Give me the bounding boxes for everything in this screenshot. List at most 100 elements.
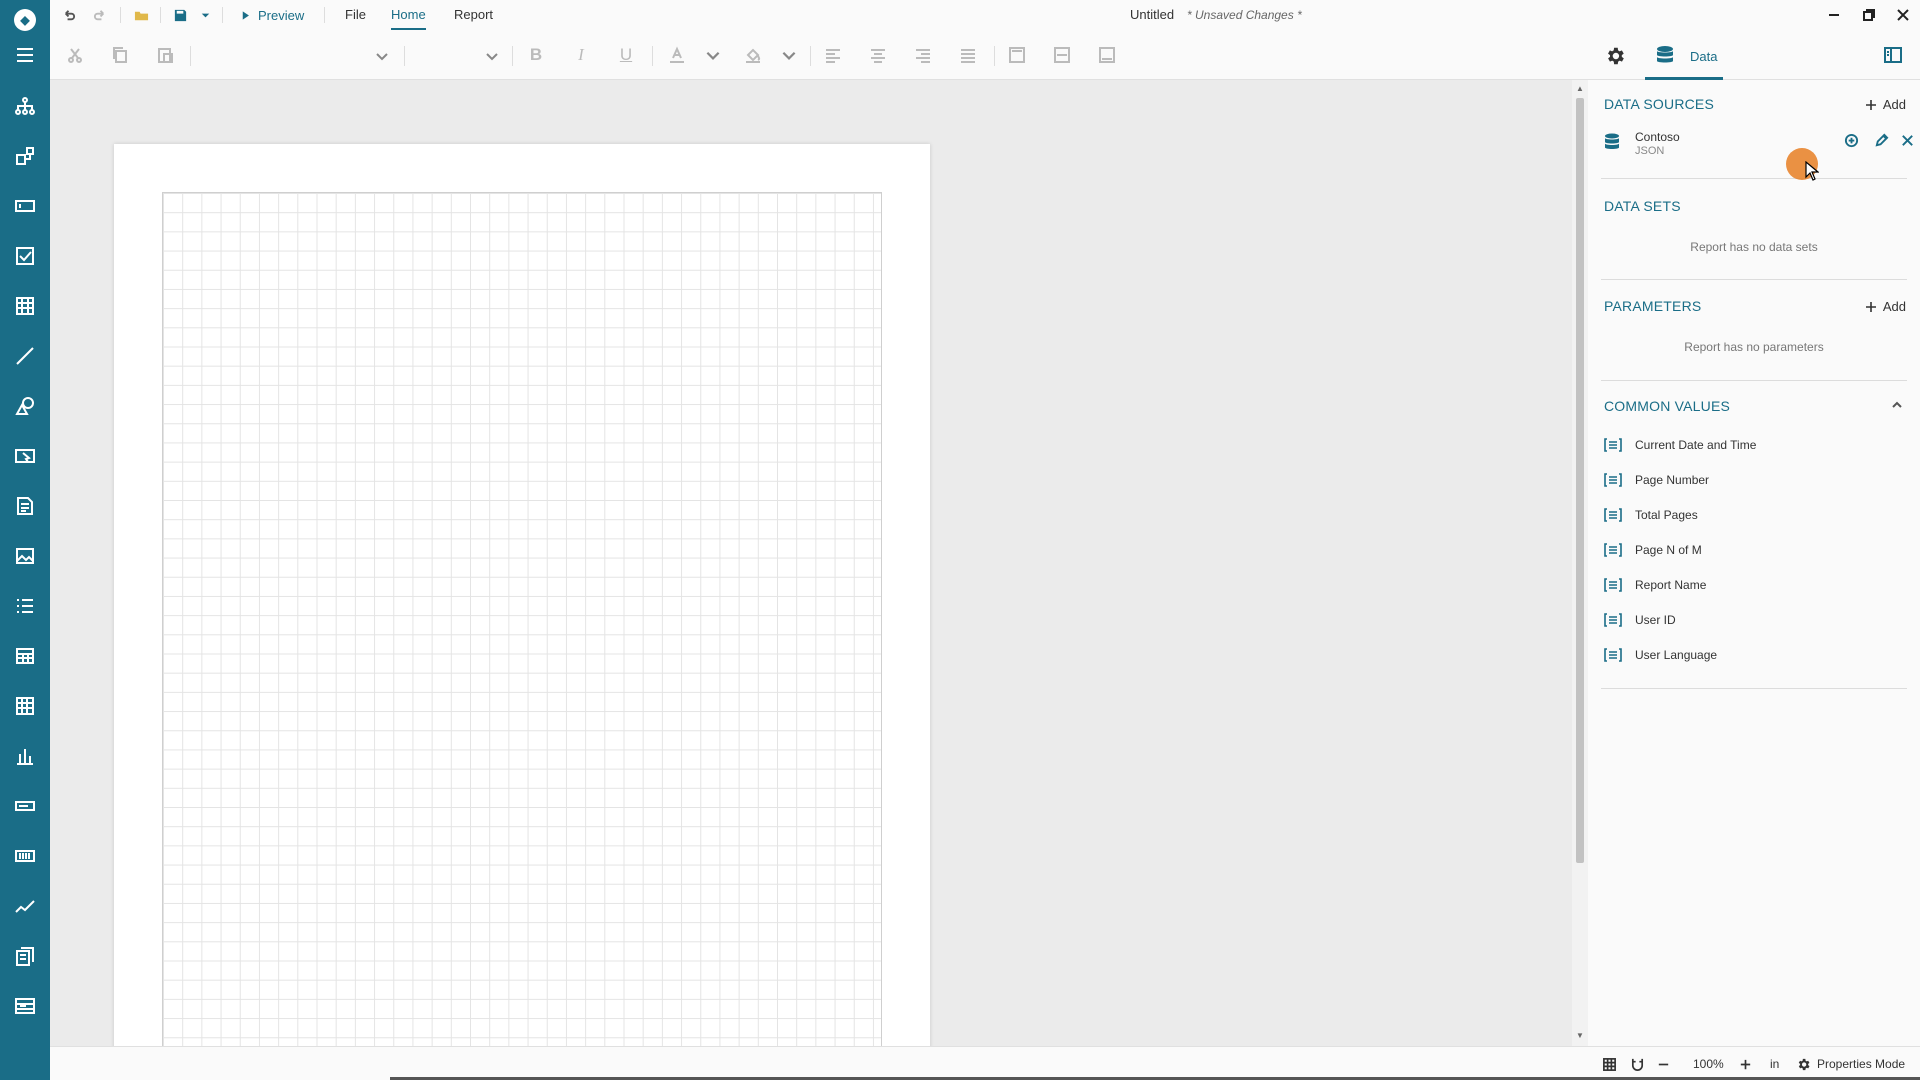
zoom-level[interactable]: 100% [1693,1047,1724,1080]
tool-image-icon[interactable] [0,536,50,576]
edit-pencil-icon[interactable] [1872,131,1890,149]
tool-line-icon[interactable] [0,336,50,376]
common-value-item[interactable]: Page Number [1604,465,1904,495]
menu-file[interactable]: File [345,0,366,30]
data-sets-title: DATA SETS [1604,198,1681,214]
text-color-icon[interactable] [664,42,690,68]
tool-shape-icon[interactable] [0,386,50,426]
vertical-align-middle-icon[interactable] [1049,42,1075,68]
common-value-item[interactable]: User ID [1604,605,1904,635]
tool-subreport-icon[interactable] [0,936,50,976]
report-page[interactable] [114,144,930,1046]
font-family-select[interactable] [200,44,390,68]
scroll-up-arrow-icon[interactable]: ▲ [1575,84,1585,94]
expression-icon [1604,578,1622,592]
expression-icon [1604,613,1622,627]
design-surface[interactable] [50,80,1572,1046]
minimize-icon[interactable] [1817,0,1851,30]
copy-icon[interactable] [107,42,133,68]
hamburger-menu-icon[interactable] [0,35,50,75]
cut-icon[interactable] [62,42,88,68]
vertical-scrollbar[interactable]: ▲ ▼ [1572,80,1588,1046]
vertical-align-bottom-icon[interactable] [1094,42,1120,68]
save-icon[interactable] [167,0,193,30]
data-tab-label: Data [1690,49,1718,64]
tool-group-editor-icon[interactable] [0,136,50,176]
add-data-source-button[interactable]: Add [1865,97,1906,112]
remove-data-source-icon[interactable] [1898,131,1916,149]
parameters-empty-text: Report has no parameters [1684,340,1824,354]
data-sources-title: DATA SOURCES [1604,96,1715,112]
unsaved-changes-label: * Unsaved Changes * [1187,8,1302,22]
tool-chart-icon[interactable] [0,736,50,776]
add-data-set-icon[interactable] [1842,131,1860,149]
zoom-out-icon[interactable] [1656,1047,1671,1080]
tool-input-field-icon[interactable] [0,436,50,476]
common-value-item[interactable]: User Language [1604,640,1904,670]
tool-container-icon[interactable] [0,286,50,326]
common-value-item[interactable]: Current Date and Time [1604,430,1904,460]
redo-icon[interactable] [87,0,113,30]
document-title: Untitled [1130,7,1175,22]
common-value-label: Total Pages [1635,508,1698,522]
properties-mode-button[interactable]: Properties Mode [1796,1047,1905,1080]
data-tab[interactable]: Data [1645,36,1723,80]
text-color-dropdown-icon[interactable] [700,42,726,68]
tool-checkbox-icon[interactable] [0,236,50,276]
tool-report-explorer-icon[interactable] [0,86,50,126]
open-folder-icon[interactable] [128,0,154,30]
italic-icon[interactable]: I [568,42,594,68]
data-source-name: Contoso [1635,130,1680,144]
tool-table-icon[interactable] [0,636,50,676]
background-color-dropdown-icon[interactable] [776,42,802,68]
panel-toggle-icon[interactable] [1882,44,1904,66]
snap-to-grid-magnet-icon[interactable] [1630,1047,1645,1080]
grid-toggle-icon[interactable] [1602,1047,1617,1080]
paste-icon[interactable] [152,42,178,68]
tool-richtext-icon[interactable] [0,486,50,526]
tool-list-icon[interactable] [0,586,50,626]
align-justify-icon[interactable] [955,42,981,68]
preview-button[interactable]: Preview [240,0,306,30]
align-right-icon[interactable] [910,42,936,68]
common-value-item[interactable]: Page N of M [1604,535,1904,565]
font-size-select[interactable] [412,44,500,68]
common-values-title: COMMON VALUES [1604,398,1731,414]
chevron-up-icon[interactable] [1890,398,1904,412]
scrollbar-thumb[interactable] [1576,98,1584,863]
menu-report[interactable]: Report [454,0,493,30]
underline-icon[interactable]: U [613,42,639,68]
data-source-item[interactable]: Contoso JSON [1604,124,1913,162]
app-logo-icon[interactable]: ◆ [14,9,36,31]
report-body-grid[interactable] [162,192,882,1046]
common-value-item[interactable]: Total Pages [1604,500,1904,530]
tool-bullet-icon[interactable] [0,786,50,826]
close-window-icon[interactable] [1886,0,1920,30]
restore-icon[interactable] [1852,0,1886,30]
save-dropdown-chevron-icon[interactable] [196,0,214,30]
menu-home[interactable]: Home [391,0,426,30]
common-value-item[interactable]: Report Name [1604,570,1904,600]
common-value-label: User Language [1635,648,1718,662]
add-parameter-button[interactable]: Add [1865,299,1906,314]
report-designer-app: ◆ Preview File Home Report Untitled * Un… [0,0,1920,1080]
undo-icon[interactable] [55,0,81,30]
expression-icon [1604,648,1622,662]
properties-tab-gear-icon[interactable] [1600,41,1630,71]
zoom-in-icon[interactable] [1738,1047,1753,1080]
tool-barcode-icon[interactable] [0,836,50,876]
preview-label: Preview [258,7,305,23]
expression-icon [1604,508,1622,522]
vertical-align-top-icon[interactable] [1004,42,1030,68]
scroll-down-arrow-icon[interactable]: ▼ [1575,1031,1585,1041]
bold-icon[interactable]: B [523,42,549,68]
tool-sparkline-icon[interactable] [0,886,50,926]
units-selector[interactable]: in [1770,1047,1779,1080]
align-left-icon[interactable] [820,42,846,68]
background-color-icon[interactable] [740,42,766,68]
tool-banded-list-icon[interactable] [0,986,50,1026]
align-center-icon[interactable] [865,42,891,68]
tool-textbox-icon[interactable] [0,186,50,226]
tool-tablix-icon[interactable] [0,686,50,726]
plus-icon [1865,301,1876,312]
